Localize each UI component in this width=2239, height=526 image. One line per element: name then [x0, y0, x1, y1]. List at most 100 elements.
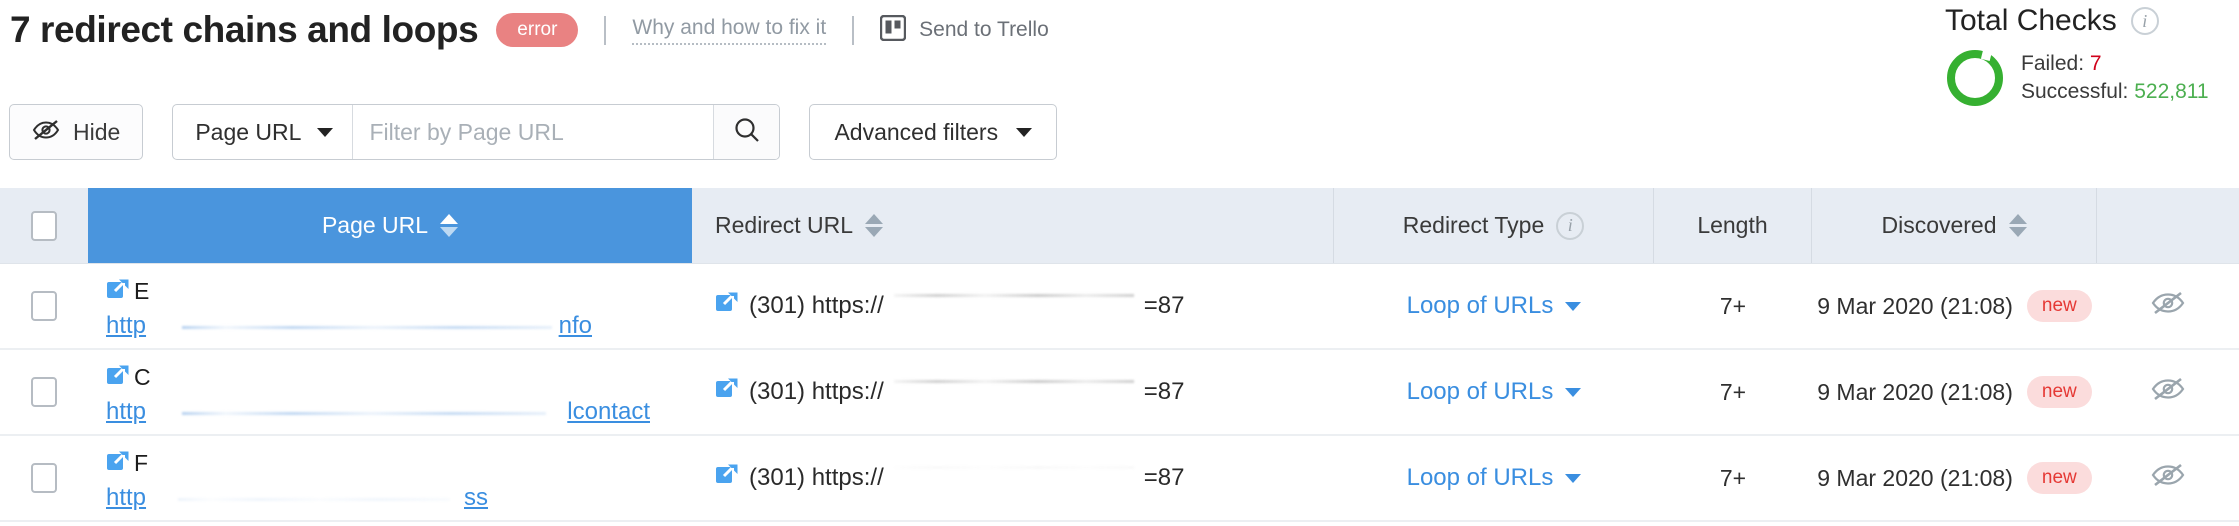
chevron-down-icon	[317, 127, 334, 137]
row-actions-cell	[2097, 436, 2239, 520]
page-title-row: F	[106, 450, 148, 480]
column-header-length[interactable]: Length	[1654, 188, 1812, 263]
select-all-header	[0, 188, 88, 263]
hide-button[interactable]: Hide	[9, 104, 144, 160]
row-checkbox[interactable]	[31, 463, 57, 493]
page-title-text: E	[134, 278, 150, 304]
filter-field-select[interactable]: Page URL	[173, 105, 354, 159]
filter-field-value: Page URL	[195, 118, 302, 145]
send-to-trello-label: Send to Trello	[919, 18, 1049, 41]
row-checkbox[interactable]	[31, 291, 57, 321]
checks-legend: Failed: 7 Successful: 522,811	[2021, 50, 2209, 107]
hide-button-label: Hide	[73, 118, 121, 145]
select-all-checkbox[interactable]	[31, 210, 57, 241]
results-table: Page URL Redirect URL Redirect Type i Le…	[0, 188, 2239, 522]
status-badge: error	[496, 13, 579, 47]
search-input[interactable]	[353, 105, 714, 159]
column-header-redirect-type[interactable]: Redirect Type i	[1334, 188, 1654, 263]
row-checkbox[interactable]	[31, 377, 57, 407]
page-url-tail[interactable]: nfo	[559, 312, 592, 340]
redacted-url-text	[182, 412, 546, 415]
page-url-tail[interactable]: ss	[464, 484, 488, 512]
external-link-icon[interactable]	[715, 463, 739, 493]
search-filter-group: Page URL	[172, 104, 781, 160]
redirect-url-suffix: =87	[1143, 292, 1185, 319]
external-link-icon[interactable]	[106, 364, 130, 394]
redirect-type-label: Loop of URLs	[1406, 378, 1554, 405]
table-row[interactable]: E http nfo (301) https:// =87 Loop of UR…	[0, 264, 2239, 350]
redirect-url-suffix: =87	[1143, 378, 1185, 405]
redirect-type-label: Loop of URLs	[1406, 464, 1554, 491]
page-header: 7 redirect chains and loops error Why an…	[10, 6, 1049, 54]
filter-toolbar: Hide Page URL Advanced filters	[9, 104, 1058, 160]
sort-arrows-icon	[440, 214, 459, 237]
successful-line: Successful: 522,811	[2021, 80, 2209, 103]
row-select-cell	[0, 264, 88, 348]
column-header-actions	[2097, 188, 2239, 263]
redacted-redirect-text	[893, 380, 1134, 383]
column-header-length-label: Length	[1697, 212, 1768, 238]
redirect-url-cell: (301) https:// =87	[692, 264, 1334, 348]
column-header-discovered-label: Discovered	[1881, 212, 1997, 238]
total-checks-body: Failed: 7 Successful: 522,811	[1899, 50, 2239, 107]
redirect-url-cell: (301) https:// =87	[692, 436, 1334, 520]
advanced-filters-button[interactable]: Advanced filters	[809, 104, 1058, 160]
redirect-url-cell: (301) https:// =87	[692, 350, 1334, 434]
eye-slash-icon[interactable]	[2150, 376, 2186, 408]
discovered-cell: 9 Mar 2020 (21:08) new	[1812, 264, 2097, 348]
external-link-icon[interactable]	[106, 278, 130, 308]
page-url-link-row: http nfo	[106, 312, 680, 340]
page-url-head[interactable]: http	[106, 398, 146, 426]
checks-donut-chart	[1947, 50, 2003, 107]
total-checks-title: Total Checks	[1945, 4, 2117, 37]
info-icon[interactable]: i	[1556, 211, 1585, 240]
discovered-cell: 9 Mar 2020 (21:08) new	[1812, 350, 2097, 434]
redirect-type-cell: Loop of URLs	[1334, 350, 1654, 434]
redirect-url-suffix: =87	[1143, 464, 1185, 491]
page-url-cell: C http lcontact	[88, 350, 692, 434]
row-actions-cell	[2097, 264, 2239, 348]
page-url-head[interactable]: http	[106, 484, 146, 512]
chevron-down-icon	[1565, 301, 1582, 311]
column-header-redirect-url[interactable]: Redirect URL	[692, 188, 1334, 263]
page-title-row: C	[106, 364, 151, 394]
chevron-down-icon	[1565, 473, 1582, 483]
table-row[interactable]: F http ss (301) https:// =87 Loop of URL…	[0, 436, 2239, 522]
table-row[interactable]: C http lcontact (301) https:// =87 Loop …	[0, 350, 2239, 436]
page-url-tail[interactable]: lcontact	[567, 398, 650, 426]
why-and-how-to-fix-link[interactable]: Why and how to fix it	[632, 16, 827, 45]
new-badge: new	[2026, 290, 2092, 322]
redirect-type-label: Loop of URLs	[1406, 292, 1554, 319]
row-actions-cell	[2097, 350, 2239, 434]
new-badge: new	[2026, 462, 2092, 494]
column-header-page-url[interactable]: Page URL	[88, 188, 692, 263]
external-link-icon[interactable]	[106, 450, 130, 480]
redirect-type-dropdown[interactable]: Loop of URLs	[1407, 464, 1582, 492]
trello-board-icon	[879, 14, 907, 46]
failed-line: Failed: 7	[2021, 52, 2102, 75]
redirect-type-dropdown[interactable]: Loop of URLs	[1407, 378, 1582, 406]
sort-arrows-icon	[865, 214, 884, 237]
successful-label: Successful:	[2021, 80, 2129, 104]
discovered-date: 9 Mar 2020 (21:08)	[1817, 464, 2013, 491]
eye-slash-icon	[32, 119, 60, 146]
eye-slash-icon[interactable]	[2150, 290, 2186, 322]
redirect-type-dropdown[interactable]: Loop of URLs	[1407, 292, 1582, 320]
advanced-filters-label: Advanced filters	[834, 118, 999, 145]
column-header-discovered[interactable]: Discovered	[1812, 188, 2097, 263]
redacted-redirect-text	[893, 466, 1134, 469]
page-title-text: F	[134, 450, 149, 476]
page-url-link-row: http ss	[106, 484, 680, 512]
redacted-url-text	[178, 498, 450, 501]
page-url-link-row: http lcontact	[106, 398, 680, 426]
page-url-head[interactable]: http	[106, 312, 146, 340]
external-link-icon[interactable]	[715, 377, 739, 407]
send-to-trello-button[interactable]: Send to Trello	[879, 14, 1049, 46]
divider	[852, 15, 855, 45]
external-link-icon[interactable]	[715, 291, 739, 321]
page-url-cell: E http nfo	[88, 264, 692, 348]
report-page: 7 redirect chains and loops error Why an…	[0, 0, 2239, 526]
eye-slash-icon[interactable]	[2150, 462, 2186, 494]
info-icon[interactable]: i	[2130, 7, 2159, 35]
search-button[interactable]	[713, 105, 780, 159]
